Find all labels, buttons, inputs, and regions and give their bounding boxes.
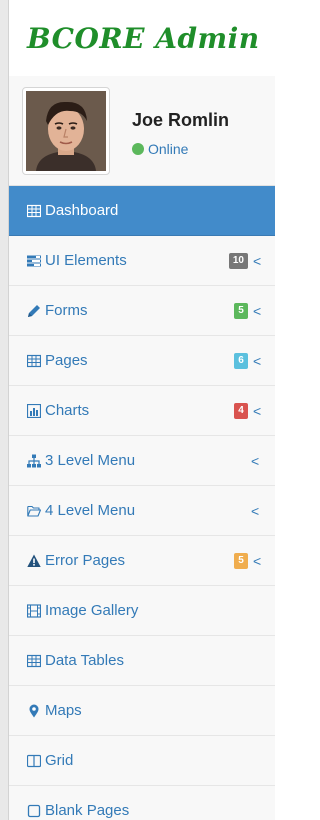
sidebar-item-forms[interactable]: Forms 5 < [9, 286, 275, 336]
sidebar-item-data-tables[interactable]: Data Tables [9, 636, 275, 686]
tasks-icon [27, 254, 41, 268]
page-edge [0, 0, 9, 820]
online-status-dot-icon [132, 143, 144, 155]
user-profile: Joe Romlin Online [9, 76, 275, 186]
sidebar-item-label: Forms [45, 302, 88, 319]
folder-open-icon [27, 504, 41, 518]
chevron-left-icon: < [251, 452, 260, 469]
count-badge: 5 [234, 302, 248, 319]
sidebar-item-charts[interactable]: Charts 4 < [9, 386, 275, 436]
sidebar-item-image-gallery[interactable]: Image Gallery [9, 586, 275, 636]
bar-chart-icon [27, 403, 41, 418]
table-icon [27, 204, 41, 218]
sidebar-item-dashboard[interactable]: Dashboard [9, 186, 275, 236]
sidebar-item-label: 4 Level Menu [45, 502, 136, 519]
chevron-left-icon: < [251, 502, 260, 519]
count-badge: 4 [234, 402, 248, 419]
film-icon [27, 603, 41, 618]
profile-info: Joe Romlin Online [132, 104, 229, 157]
chevron-left-icon: < [253, 302, 262, 319]
count-badge: 5 [234, 552, 248, 569]
sidebar-item-label: UI Elements [45, 252, 127, 269]
sidebar-item-blank-pages[interactable]: Blank Pages [9, 786, 275, 820]
chevron-left-icon: < [253, 252, 262, 269]
square-icon [27, 804, 41, 818]
count-badge: 6 [234, 352, 248, 369]
sidebar-item-label: Error Pages [45, 552, 126, 569]
table-icon [27, 354, 41, 368]
sidebar-item-label: Data Tables [45, 652, 124, 669]
sidebar-item-label: Grid [45, 752, 74, 769]
user-status: Online [132, 141, 229, 157]
sidebar-item-label: 3 Level Menu [45, 452, 136, 469]
sidebar-item-3-level-menu[interactable]: 3 Level Menu < [9, 436, 275, 486]
user-status-label: Online [148, 141, 189, 157]
sidebar-item-label: Dashboard [45, 202, 119, 219]
sidebar-item-label: Charts [45, 402, 90, 419]
pencil-icon [27, 304, 41, 318]
sidebar: BCORE Admin Joe Romlin Online Dashboard … [9, 0, 275, 820]
columns-icon [27, 754, 41, 768]
avatar[interactable] [22, 86, 110, 175]
sidebar-item-label: Pages [45, 352, 88, 369]
sitemap-icon [27, 454, 41, 468]
sidebar-item-4-level-menu[interactable]: 4 Level Menu < [9, 486, 275, 536]
chevron-left-icon: < [253, 552, 262, 569]
sidebar-item-grid[interactable]: Grid [9, 736, 275, 786]
user-name: Joe Romlin [132, 110, 230, 130]
sidebar-item-error-pages[interactable]: Error Pages 5 < [9, 536, 275, 586]
table-icon [27, 654, 41, 668]
brand-title[interactable]: BCORE Admin [27, 22, 260, 55]
chevron-left-icon: < [253, 402, 262, 419]
sidebar-item-pages[interactable]: Pages 6 < [9, 336, 275, 386]
count-badge: 10 [228, 252, 248, 269]
chevron-left-icon: < [253, 352, 262, 369]
sidebar-item-maps[interactable]: Maps [9, 686, 275, 736]
sidebar-item-label: Maps [45, 702, 82, 719]
sidebar-item-ui-elements[interactable]: UI Elements 10 < [9, 236, 275, 286]
warning-icon [27, 554, 41, 568]
sidebar-item-label: Blank Pages [45, 802, 130, 819]
brand-header: BCORE Admin [9, 0, 275, 76]
map-marker-icon [27, 704, 41, 718]
sidebar-item-label: Image Gallery [45, 602, 139, 619]
sidebar-menu: Dashboard UI Elements 10 < Forms 5 < Pag… [9, 186, 275, 820]
avatar-image [26, 90, 106, 171]
